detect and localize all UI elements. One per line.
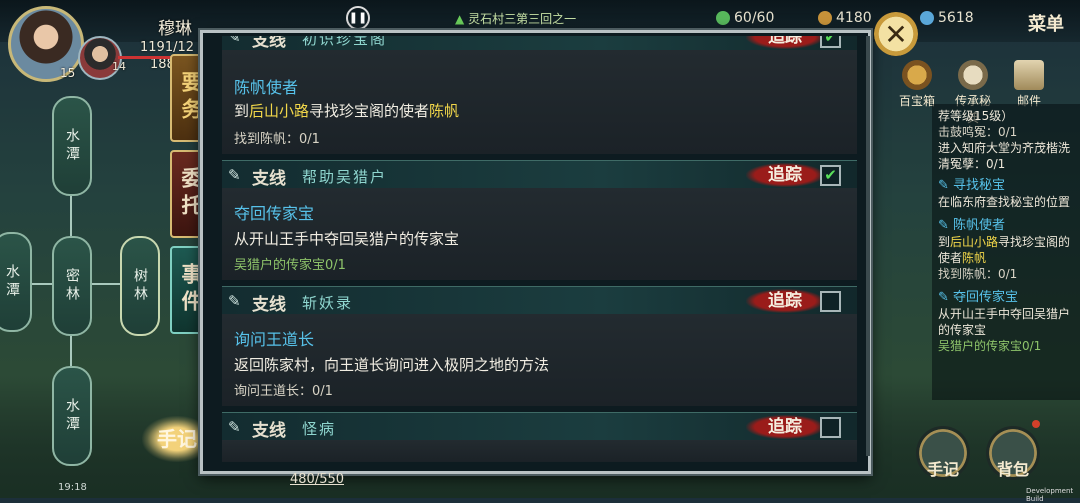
- handbook-button-label: 手记: [926, 460, 959, 479]
- tracker-text: 在临东府查找秘宝的位置: [938, 195, 1071, 209]
- player-name: 穆琳: [158, 19, 192, 39]
- track-checkbox[interactable]: ✔: [820, 36, 841, 48]
- map-node[interactable]: 水潭: [0, 232, 32, 332]
- quest-title: 夺回传家宝: [234, 204, 315, 223]
- location-icon: ▲: [455, 12, 465, 26]
- track-button[interactable]: 追踪: [746, 163, 824, 187]
- quest-detail: [222, 440, 857, 462]
- quest-type: 支线: [252, 295, 286, 315]
- track-checkbox[interactable]: ✔: [820, 165, 841, 186]
- map-node[interactable]: 水潭: [52, 96, 92, 196]
- energy-icon: [716, 11, 730, 25]
- tracker-title[interactable]: ✎ 寻找秘宝: [938, 178, 1074, 194]
- copper-display[interactable]: 4180: [818, 10, 872, 26]
- quest-title: 陈帆使者: [234, 78, 299, 97]
- tracker-text: 荐等级15级）: [938, 109, 1014, 123]
- quest-desc: 返回陈家村，向王道长询问进入极阴之地的方法: [234, 356, 550, 374]
- tracker-progress: 击鼓鸣冤：0/1: [938, 125, 1018, 139]
- quest-type: 支线: [252, 169, 286, 189]
- brush-icon: ✎: [938, 290, 954, 305]
- handbook-button[interactable]: 手记: [916, 426, 970, 480]
- brush-icon: ✎: [228, 36, 241, 46]
- jade-icon: [920, 11, 934, 25]
- map-node[interactable]: 水潭: [52, 366, 92, 466]
- map-node[interactable]: 密林: [52, 236, 92, 336]
- energy-value: 60/60: [734, 10, 775, 26]
- dev-build-label: Development Build: [1026, 487, 1074, 503]
- quest-progress: 询问王道长：0/1: [234, 384, 333, 399]
- quest-name: 斩妖录: [302, 294, 354, 312]
- quest-header: ✎ 支线 初识珍宝阁 追踪 ✔: [222, 36, 857, 51]
- brush-icon: ✎: [228, 166, 241, 184]
- quest-type: 支线: [252, 36, 286, 51]
- menu-button[interactable]: 菜单: [1028, 10, 1064, 36]
- treasure-box-icon: [902, 60, 932, 90]
- quest-detail: 陈帆使者 到后山小路寻找珍宝阁的使者陈帆 找到陈帆：0/1: [222, 50, 857, 154]
- status-bar-time: 19:18: [58, 482, 87, 493]
- quest-progress: 吴猎户的传家宝0/1: [234, 258, 346, 273]
- tracker-text: 从开山王手中夺回吴猎户的传家宝: [938, 307, 1071, 337]
- heritage-icon: [958, 60, 988, 90]
- panel-scrollbar[interactable]: [866, 36, 870, 456]
- tracker-text: 到后山小路寻找珍宝阁的使者陈帆: [938, 235, 1071, 265]
- quest-title: 询问王道长: [234, 330, 315, 349]
- tracker-title[interactable]: ✎ 陈帆使者: [938, 218, 1074, 234]
- bag-button-label: 背包: [996, 460, 1029, 479]
- brush-icon: ✎: [938, 218, 954, 233]
- quest-detail: 夺回传家宝 从开山王手中夺回吴猎户的传家宝 吴猎户的传家宝0/1: [222, 188, 857, 280]
- quest-name: 怪病: [302, 420, 337, 438]
- track-button[interactable]: 追踪: [746, 36, 824, 49]
- quest-tracker[interactable]: 荐等级15级） 击鼓鸣冤：0/1 进入知府大堂为齐茂楷洗清冤孽：0/1 ✎ 寻找…: [932, 104, 1080, 400]
- quest-name: 初识珍宝阁: [302, 36, 388, 48]
- mail-icon: [1014, 60, 1044, 90]
- tracker-progress: 找到陈帆：0/1: [938, 267, 1018, 281]
- brush-icon: ✎: [228, 292, 241, 310]
- treasure-box-label: 百宝箱: [898, 94, 935, 108]
- track-button[interactable]: 追踪: [746, 415, 824, 439]
- quest-list[interactable]: ✎ 支线 初识珍宝阁 追踪 ✔ 陈帆使者 到后山小路寻找珍宝阁的使者陈帆 找到陈…: [222, 36, 857, 462]
- track-checkbox[interactable]: [820, 417, 841, 438]
- location-text: 灵石村三第三回之一: [468, 12, 577, 26]
- player-level: 15: [60, 66, 76, 80]
- companion-avatar[interactable]: [78, 36, 122, 80]
- hp-value: 1191/12: [140, 40, 195, 55]
- map-node[interactable]: 树林: [120, 236, 160, 336]
- quest-header: ✎ 支线 怪病 追踪: [222, 412, 857, 441]
- jade-value: 5618: [938, 10, 974, 26]
- track-checkbox[interactable]: [820, 291, 841, 312]
- track-button[interactable]: 追踪: [746, 289, 824, 313]
- quest-detail: 询问王道长 返回陈家村，向王道长询问进入极阴之地的方法 询问王道长：0/1: [222, 314, 857, 406]
- pause-button[interactable]: ❚❚: [346, 6, 370, 30]
- brush-icon: ✎: [938, 178, 954, 193]
- tracker-progress: 吴猎户的传家宝0/1: [938, 339, 1042, 353]
- quest-name: 帮助吴猎户: [302, 168, 388, 186]
- handbook-text: 手记: [157, 427, 197, 451]
- energy-display[interactable]: 60/60: [716, 10, 774, 26]
- close-button[interactable]: ✕: [874, 12, 918, 56]
- companion-level: 14: [112, 60, 126, 73]
- bag-button[interactable]: 背包: [986, 426, 1040, 480]
- location-label[interactable]: ▲ 灵石村三第三回之一: [455, 10, 625, 32]
- quest-desc: 到后山小路寻找珍宝阁的使者陈帆: [234, 102, 460, 120]
- quest-header: ✎ 支线 帮助吴猎户 追踪 ✔: [222, 160, 857, 189]
- notification-dot: [1032, 420, 1040, 428]
- copper-value: 4180: [836, 10, 872, 26]
- bottom-counter: 480/550: [290, 472, 345, 487]
- tracker-title[interactable]: ✎ 夺回传家宝: [938, 290, 1074, 306]
- brush-icon: ✎: [228, 418, 241, 436]
- quest-type: 支线: [252, 421, 286, 441]
- copper-icon: [818, 11, 832, 25]
- close-icon: ✕: [884, 17, 908, 51]
- quest-progress: 找到陈帆：0/1: [234, 132, 320, 147]
- quest-header: ✎ 支线 斩妖录 追踪: [222, 286, 857, 315]
- jade-display[interactable]: 5618: [920, 10, 974, 26]
- tracker-text: 进入知府大堂为齐茂楷洗清冤孽：0/1: [938, 141, 1071, 171]
- quest-desc: 从开山王手中夺回吴猎户的传家宝: [234, 230, 460, 248]
